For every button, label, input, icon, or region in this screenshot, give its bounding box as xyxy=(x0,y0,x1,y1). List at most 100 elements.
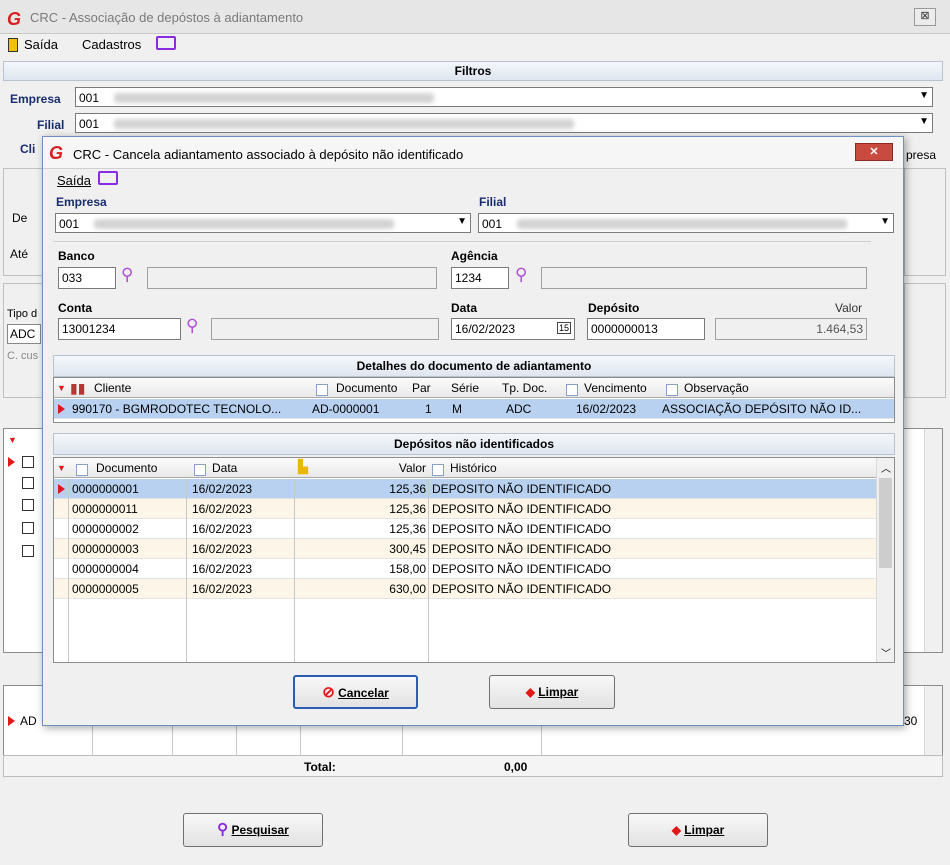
deposit-history: DEPOSITO NÃO IDENTIFICADO xyxy=(432,542,612,556)
col-deposit-value[interactable]: Valor xyxy=(399,461,426,475)
dialog-branch-label: Filial xyxy=(479,195,507,209)
grid-line xyxy=(68,479,69,662)
doc-client: 990170 - BGMRODOTEC TECNOLO... xyxy=(72,402,282,416)
agency-search-icon[interactable]: ⚲ xyxy=(515,265,527,285)
calendar-icon[interactable]: 15 xyxy=(556,322,571,334)
doc-details-grid: ▼ ▮▮ Cliente Documento Par Série Tp. Doc… xyxy=(53,377,895,423)
doc-details-row[interactable]: 990170 - BGMRODOTEC TECNOLO... AD-000000… xyxy=(54,399,894,419)
col-par[interactable]: Par xyxy=(412,381,431,395)
row-pointer-icon xyxy=(58,484,65,494)
branch-combo[interactable]: 001 ▼ xyxy=(75,113,933,133)
deposit-date: 16/02/2023 xyxy=(192,482,253,496)
row-pointer-icon xyxy=(58,404,65,414)
deposits-scrollbar[interactable]: ︿ ﹀ xyxy=(876,458,894,662)
deposit-history: DEPOSITO NÃO IDENTIFICADO xyxy=(432,582,612,596)
dialog-clear-button-label: Limpar xyxy=(538,685,579,699)
magnifier-icon: ⚲ xyxy=(217,821,229,838)
screen-icon[interactable] xyxy=(98,171,118,185)
agency-value: 1234 xyxy=(455,271,482,285)
dialog-company-combo[interactable]: 001 ▼ xyxy=(55,213,471,233)
row-checkbox[interactable] xyxy=(22,499,34,511)
deposits-grid-header: ▼ Documento Data ▙ Valor Histórico xyxy=(54,458,876,478)
deposit-field[interactable]: 0000000013 xyxy=(587,318,705,340)
row-checkbox[interactable] xyxy=(22,477,34,489)
deposit-doc: 0000000003 xyxy=(72,542,139,556)
total-label: Total: xyxy=(304,760,336,774)
account-value: 13001234 xyxy=(62,322,116,336)
cancel-button[interactable]: ⊘ Cancelar xyxy=(293,675,418,709)
row-checkbox[interactable] xyxy=(22,456,34,468)
clear-button[interactable]: ◆ Limpar xyxy=(628,813,768,847)
main-close-button[interactable]: ⊠ xyxy=(914,8,936,26)
deposit-value: 158,00 xyxy=(389,562,426,576)
bank-label: Banco xyxy=(58,249,95,263)
dialog-branch-combo[interactable]: 001 ▼ xyxy=(478,213,894,233)
scroll-thumb[interactable] xyxy=(879,478,892,568)
deposit-row[interactable]: 0000000004 16/02/2023 158,00 DEPOSITO NÃO I… xyxy=(54,559,876,579)
deposit-row[interactable]: 0000000002 16/02/2023 125,36 DEPOSITO NÃO I… xyxy=(54,519,876,539)
col-client[interactable]: Cliente xyxy=(94,381,131,395)
bank-search-icon[interactable]: ⚲ xyxy=(121,265,133,285)
col-deposit-history[interactable]: Histórico xyxy=(450,461,497,475)
eraser-icon: ◆ xyxy=(525,685,535,699)
redacted-company-name xyxy=(94,219,394,229)
date-field[interactable]: 16/02/2023 15 xyxy=(451,318,575,340)
lower-row-doc: AD xyxy=(20,714,37,728)
search-button[interactable]: ⚲ Pesquisar xyxy=(183,813,323,847)
col-series[interactable]: Série xyxy=(451,381,479,395)
branch-value: 001 xyxy=(79,117,100,131)
deposit-doc: 0000000001 xyxy=(72,482,139,496)
account-search-icon[interactable]: ⚲ xyxy=(186,316,198,336)
cancel-advance-dialog: G CRC - Cancela adiantamento associado à… xyxy=(42,136,904,726)
coins-icon: ▙ xyxy=(298,459,308,474)
clear-button-label: Limpar xyxy=(684,823,725,837)
bank-name-field xyxy=(147,267,437,289)
cost-center-label: C. cus xyxy=(7,350,39,362)
account-field[interactable]: 13001234 xyxy=(58,318,181,340)
main-grid-scrollbar[interactable] xyxy=(924,429,942,652)
col-doc-type[interactable]: Tp. Doc. xyxy=(502,381,547,395)
dialog-branch-value: 001 xyxy=(482,217,503,231)
deposit-row[interactable]: 0000000003 16/02/2023 300,45 DEPOSITO NÃO I… xyxy=(54,539,876,559)
bank-field[interactable]: 033 xyxy=(58,267,116,289)
col-document[interactable]: Documento xyxy=(336,381,397,395)
deposit-row[interactable]: 0000000011 16/02/2023 125,36 DEPOSITO NÃO I… xyxy=(54,499,876,519)
chevron-down-icon: ▼ xyxy=(919,90,929,101)
chevron-down-icon: ▼ xyxy=(880,216,890,227)
screen-icon[interactable] xyxy=(156,36,176,50)
sort-icon: ▼ xyxy=(57,463,66,473)
col-note[interactable]: Observação xyxy=(684,381,749,395)
doc-due: 16/02/2023 xyxy=(576,402,637,416)
date-value: 16/02/2023 xyxy=(455,322,516,336)
deposit-row[interactable]: 0000000001 16/02/2023 125,36 DEPOSITO NÃO I… xyxy=(54,479,876,499)
doc-note: ASSOCIAÇÃO DEPÓSITO NÃO ID... xyxy=(662,402,862,416)
doc-type-value: ADC xyxy=(10,327,36,341)
row-checkbox[interactable] xyxy=(22,545,34,557)
dialog-clear-button[interactable]: ◆ Limpar xyxy=(489,675,615,709)
dialog-close-button[interactable]: ✕ xyxy=(855,143,893,161)
row-checkbox[interactable] xyxy=(22,522,34,534)
date-range-panel: De Até xyxy=(3,168,43,276)
menu-exit[interactable]: Saída xyxy=(24,37,58,52)
col-deposit-date[interactable]: Data xyxy=(212,461,237,475)
company-combo[interactable]: 001 ▼ xyxy=(75,87,933,107)
scroll-down-icon[interactable]: ﹀ xyxy=(881,645,891,660)
doc-type: ADC xyxy=(506,402,532,416)
deposit-row[interactable]: 0000000005 16/02/2023 630,00 DEPOSITO NÃO I… xyxy=(54,579,876,599)
scroll-up-icon[interactable]: ︿ xyxy=(881,460,891,475)
deposit-history: DEPOSITO NÃO IDENTIFICADO xyxy=(432,502,612,516)
agency-field[interactable]: 1234 xyxy=(451,267,509,289)
sort-icon: ▼ xyxy=(57,383,66,393)
col-due[interactable]: Vencimento xyxy=(584,381,647,395)
row-pointer-icon xyxy=(8,457,15,467)
doc-document: AD-0000001 xyxy=(312,402,380,416)
doc-type-field[interactable]: ADC xyxy=(7,324,41,344)
dialog-menu-exit[interactable]: Saída xyxy=(57,173,91,188)
redacted-branch-name xyxy=(114,119,574,129)
main-titlebar: G CRC - Associação de depóstos à adianta… xyxy=(0,0,950,34)
cancel-icon: ⊘ xyxy=(322,684,335,701)
lower-row-right: 30 xyxy=(904,714,918,728)
doc-type-label: Tipo d xyxy=(7,308,38,320)
menu-register[interactable]: Cadastros xyxy=(82,37,141,52)
col-deposit-document[interactable]: Documento xyxy=(96,461,157,475)
